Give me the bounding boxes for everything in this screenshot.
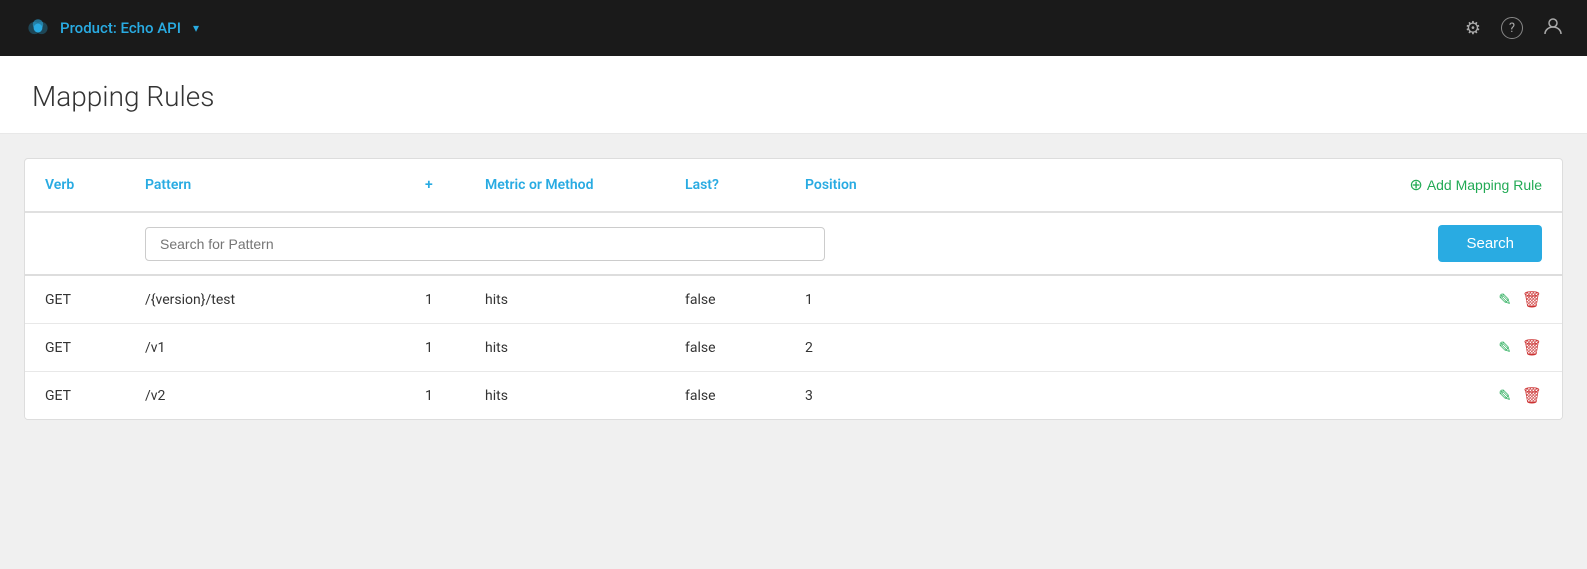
cell-last: false (685, 292, 805, 308)
product-title: Product: Echo API (60, 19, 181, 37)
page-title: Mapping Rules (32, 80, 1555, 113)
col-verb: Verb (45, 177, 145, 193)
add-mapping-rule-button[interactable]: ⊕ Add Mapping Rule (1409, 175, 1542, 195)
cell-position: 3 (805, 388, 965, 404)
table-header: Verb Pattern + Metric or Method Last? Po… (25, 159, 1562, 213)
delete-icon[interactable]: 🗑 (1522, 338, 1542, 357)
col-metric: Metric or Method (485, 177, 685, 193)
cell-verb: GET (45, 292, 145, 308)
search-button-wrapper: Search (965, 225, 1542, 262)
user-icon[interactable] (1543, 16, 1563, 41)
edit-icon[interactable]: ✎ (1498, 290, 1511, 309)
col-plus: + (425, 177, 485, 193)
cell-last: false (685, 340, 805, 356)
page-header: Mapping Rules (0, 56, 1587, 134)
nav-icons: ⚙ ? (1465, 16, 1563, 41)
search-input-wrapper (145, 227, 965, 261)
search-button[interactable]: Search (1438, 225, 1542, 262)
edit-icon[interactable]: ✎ (1498, 386, 1511, 405)
settings-icon[interactable]: ⚙ (1465, 18, 1481, 39)
cell-metric: hits (485, 340, 685, 356)
mapping-rules-table-card: Verb Pattern + Metric or Method Last? Po… (24, 158, 1563, 420)
table-row: GET /{version}/test 1 hits false 1 ✎ 🗑 (25, 276, 1562, 324)
cell-actions: ✎ 🗑 (965, 386, 1542, 405)
cell-pattern: /{version}/test (145, 292, 425, 308)
delete-icon[interactable]: 🗑 (1522, 290, 1542, 309)
top-navigation: Product: Echo API ▾ ⚙ ? (0, 0, 1587, 56)
product-selector[interactable]: Product: Echo API ▾ (24, 14, 199, 42)
cell-plus: 1 (425, 340, 485, 356)
table-row: GET /v2 1 hits false 3 ✎ 🗑 (25, 372, 1562, 419)
cell-actions: ✎ 🗑 (965, 338, 1542, 357)
search-row: Search (25, 213, 1562, 276)
col-position: Position (805, 177, 965, 193)
cell-pattern: /v2 (145, 388, 425, 404)
edit-icon[interactable]: ✎ (1498, 338, 1511, 357)
chevron-down-icon: ▾ (193, 21, 199, 35)
plus-circle-icon: ⊕ (1409, 175, 1422, 195)
cell-plus: 1 (425, 292, 485, 308)
cell-metric: hits (485, 292, 685, 308)
help-icon[interactable]: ? (1501, 17, 1523, 39)
table-row: GET /v1 1 hits false 2 ✎ 🗑 (25, 324, 1562, 372)
table-body: GET /{version}/test 1 hits false 1 ✎ 🗑 G… (25, 276, 1562, 419)
cell-verb: GET (45, 340, 145, 356)
product-icon (24, 14, 52, 42)
delete-icon[interactable]: 🗑 (1522, 386, 1542, 405)
cell-position: 2 (805, 340, 965, 356)
search-input[interactable] (145, 227, 825, 261)
col-pattern: Pattern (145, 177, 425, 193)
cell-last: false (685, 388, 805, 404)
cell-pattern: /v1 (145, 340, 425, 356)
col-last: Last? (685, 177, 805, 193)
add-rule-label: Add Mapping Rule (1427, 177, 1542, 193)
cell-metric: hits (485, 388, 685, 404)
cell-position: 1 (805, 292, 965, 308)
cell-actions: ✎ 🗑 (965, 290, 1542, 309)
cell-plus: 1 (425, 388, 485, 404)
cell-verb: GET (45, 388, 145, 404)
main-content: Verb Pattern + Metric or Method Last? Po… (0, 134, 1587, 569)
